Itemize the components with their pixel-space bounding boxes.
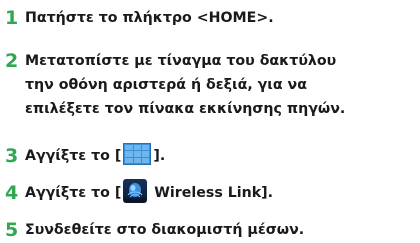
step-text-prefix: Αγγίξτε το [ — [25, 148, 122, 164]
step-text-line: Μετατοπίστε με τίναγμα του δακτύλου — [25, 53, 337, 69]
step-text-line: επιλέξετε τον πίνακα εκκίνησης πηγών. — [25, 101, 346, 117]
grid-menu-icon — [123, 143, 152, 165]
step-text: Αγγίξτε το [ Wireless Link]. — [25, 179, 420, 205]
step-text: Πατήστε το πλήκτρο <HOME>. — [25, 6, 420, 30]
step-text-suffix: Wireless Link]. — [149, 185, 274, 201]
step-text-line: την οθόνη αριστερά ή δεξιά, για να — [25, 77, 307, 93]
step-text-prefix: Αγγίξτε το [ — [25, 185, 122, 201]
step-text-line: Πατήστε το πλήκτρο <HOME>. — [25, 10, 274, 26]
step-number: 4 — [5, 182, 19, 204]
step-number: 3 — [5, 145, 19, 167]
wireless-link-icon — [123, 179, 148, 203]
step-text-suffix: ]. — [153, 148, 166, 164]
step-text: Αγγίξτε το []. — [25, 143, 420, 168]
step-text: Μετατοπίστε με τίναγμα του δακτύλου την … — [25, 49, 420, 121]
step-number: 2 — [5, 50, 19, 72]
step-text-line: Συνδεθείτε στο διακομιστή μέσων. — [25, 222, 305, 238]
step-text: Συνδεθείτε στο διακομιστή μέσων. — [25, 218, 420, 242]
step-number: 5 — [5, 219, 19, 241]
step-number: 1 — [5, 7, 19, 29]
